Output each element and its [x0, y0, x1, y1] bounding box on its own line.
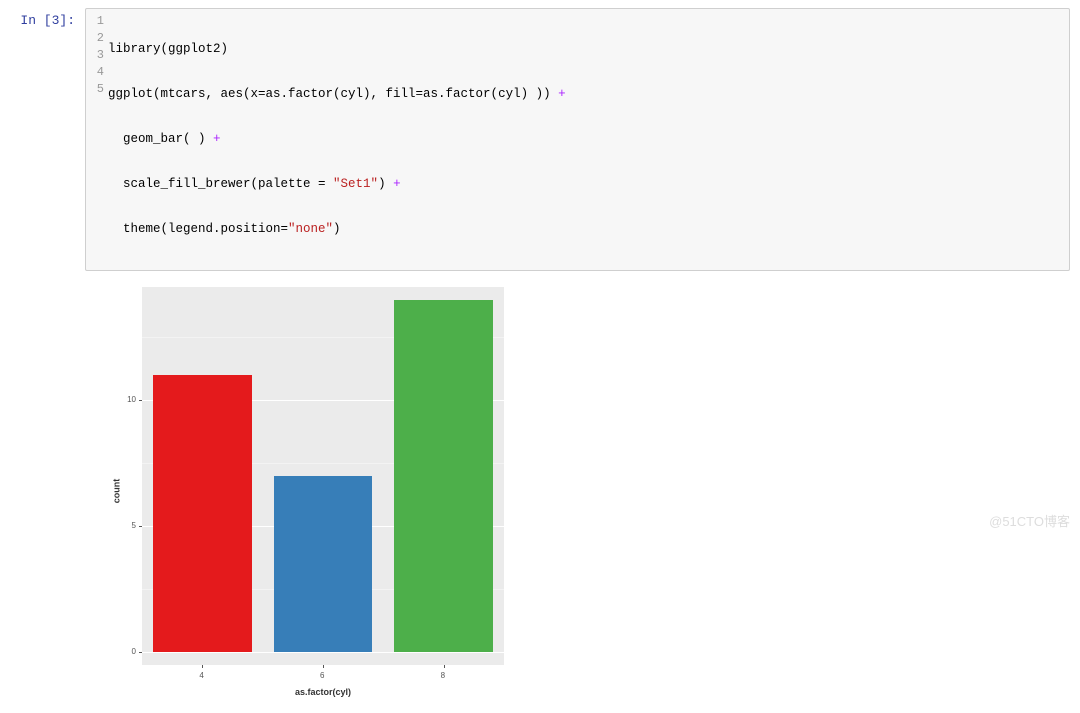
watermark: @51CTO博客: [989, 511, 1070, 530]
line-number: 1: [86, 13, 104, 30]
y-tick: [139, 652, 142, 653]
bar-6: [274, 476, 373, 652]
gridline-major: [142, 652, 504, 653]
x-tick-label: 8: [441, 671, 445, 680]
y-tick-label: 0: [132, 647, 136, 656]
code-input-block[interactable]: 1 2 3 4 5 library(ggplot2) ggplot(mtcars…: [85, 8, 1070, 271]
y-tick-label: 5: [132, 521, 136, 530]
line-number: 5: [86, 81, 104, 98]
line-number: 3: [86, 47, 104, 64]
y-tick: [139, 400, 142, 401]
bar-8: [394, 300, 493, 653]
code-content[interactable]: library(ggplot2) ggplot(mtcars, aes(x=as…: [108, 13, 566, 266]
notebook-cell: In [3]: 1 2 3 4 5 library(ggplot2) ggplo…: [0, 0, 1080, 271]
x-tick: [323, 665, 324, 668]
y-tick-label: 10: [127, 395, 136, 404]
x-tick: [444, 665, 445, 668]
line-number: 2: [86, 30, 104, 47]
x-tick-label: 4: [199, 671, 203, 680]
y-axis-label: count: [111, 479, 121, 504]
y-tick: [139, 526, 142, 527]
line-number-gutter: 1 2 3 4 5: [86, 13, 108, 266]
x-tick-label: 6: [320, 671, 324, 680]
cell-prompt: In [3]:: [10, 8, 85, 271]
x-axis-label: as.factor(cyl): [142, 687, 504, 697]
chart-panel: [142, 287, 504, 665]
bar-4: [153, 375, 252, 652]
x-tick: [202, 665, 203, 668]
output-area: count as.factor(cyl) 0 5 10 4 6 8: [0, 271, 1080, 701]
ggplot-bar-chart: count as.factor(cyl) 0 5 10 4 6 8: [90, 281, 510, 701]
line-number: 4: [86, 64, 104, 81]
